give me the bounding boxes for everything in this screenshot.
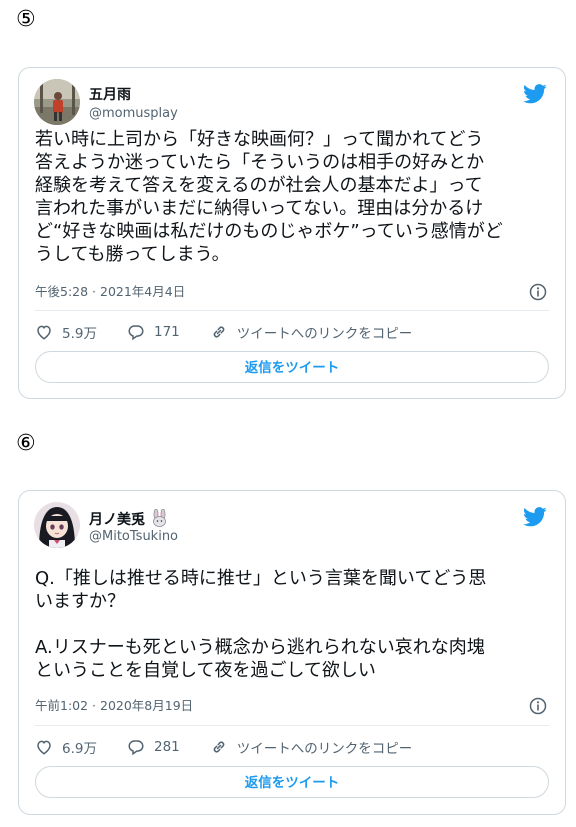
tweet-card-5: 五月雨 @momusplay 若い時に上司から「好きな映画何？」って聞かれてどう… <box>18 67 566 399</box>
tweet-timestamp[interactable]: 午前1:02 · 2020年8月19日 <box>35 698 193 714</box>
heart-icon <box>37 325 51 340</box>
link-icon <box>213 326 225 338</box>
reply-count-button[interactable]: 281 <box>127 738 180 756</box>
tweet-actions: 6.9万 281 ツイートへのリンクをコピー <box>35 736 549 758</box>
section-number-5: ⑤ <box>16 7 36 32</box>
copy-link-button[interactable]: ツイートへのリンクをコピー <box>210 737 413 757</box>
section-number-6: ⑥ <box>16 431 36 456</box>
info-icon[interactable] <box>529 697 547 715</box>
copy-link-button[interactable]: ツイートへのリンクをコピー <box>210 322 413 342</box>
copy-link-label: ツイートへのリンクをコピー <box>236 741 413 757</box>
like-button[interactable]: 6.9万 <box>35 737 97 757</box>
like-count: 5.9万 <box>62 326 97 342</box>
twitter-bird-icon[interactable] <box>523 507 547 527</box>
link-icon <box>213 741 225 753</box>
avatar[interactable] <box>34 79 80 125</box>
tweet-text: 若い時に上司から「好きな映画何？」って聞かれてどう 答えようか迷っていたら「そう… <box>35 129 503 265</box>
author-name[interactable]: 五月雨 <box>89 86 131 104</box>
divider <box>35 310 549 311</box>
like-count: 6.9万 <box>62 741 97 757</box>
reply-tweet-button[interactable]: 返信をツイート <box>35 766 549 798</box>
rabbit-emoji-icon <box>152 508 166 527</box>
speech-bubble-icon <box>128 325 144 341</box>
tweet-actions: 5.9万 171 ツイートへのリンクをコピー <box>35 321 549 343</box>
tweet-card-6: 月ノ美兎 @MitoTsukino Q.「推しは推せる時に推せ」という言葉を聞い… <box>18 490 566 815</box>
avatar[interactable] <box>34 502 80 548</box>
info-icon[interactable] <box>529 283 547 301</box>
copy-link-label: ツイートへのリンクをコピー <box>236 326 413 342</box>
heart-icon <box>37 740 51 755</box>
twitter-bird-icon[interactable] <box>523 84 547 104</box>
author-handle[interactable]: @momusplay <box>89 105 178 123</box>
tweet-text: Q.「推しは推せる時に推せ」という言葉を聞いてどう思 いますか？ A.リスナーも… <box>35 568 487 681</box>
author-name-text: 月ノ美兎 <box>89 512 145 528</box>
reply-tweet-button[interactable]: 返信をツイート <box>35 351 549 383</box>
reply-count: 281 <box>153 739 180 755</box>
author-handle[interactable]: @MitoTsukino <box>89 528 178 546</box>
like-button[interactable]: 5.9万 <box>35 322 97 342</box>
reply-count: 171 <box>153 324 180 340</box>
speech-bubble-icon <box>128 740 144 756</box>
divider <box>35 725 549 726</box>
tweet-timestamp[interactable]: 午後5:28 · 2021年4月4日 <box>35 284 185 300</box>
author-name[interactable]: 月ノ美兎 <box>89 508 170 529</box>
reply-count-button[interactable]: 171 <box>127 323 180 341</box>
